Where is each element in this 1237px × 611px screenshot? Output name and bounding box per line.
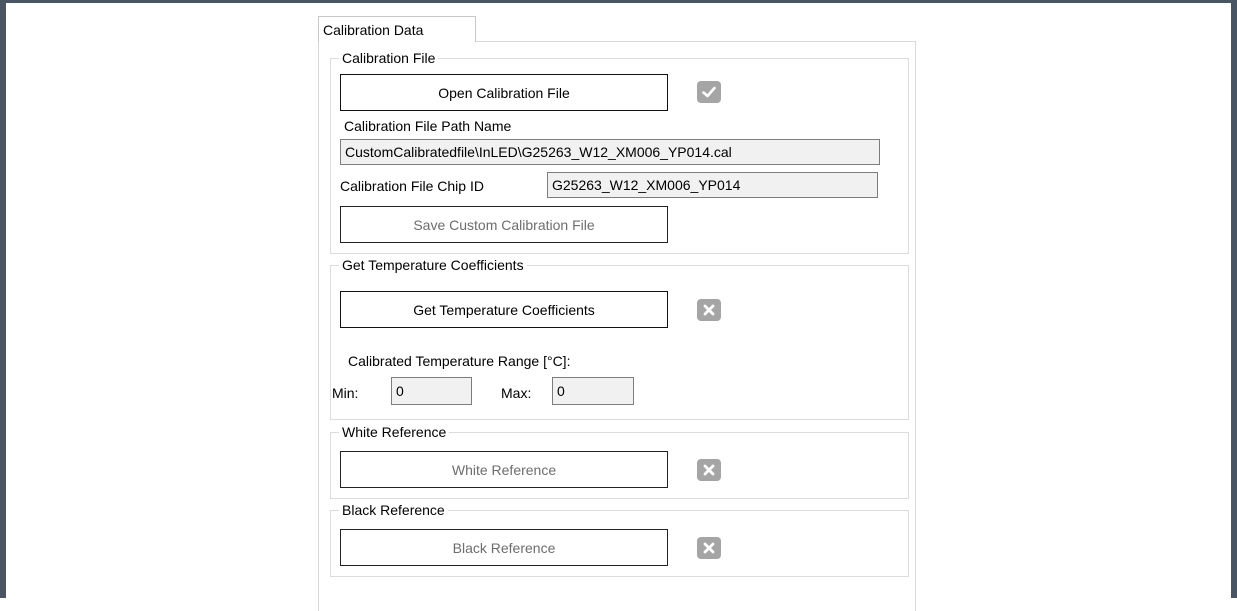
temperature-coefficients-group: Get Temperature Coefficients Get Tempera…	[330, 255, 909, 420]
black-reference-group-title: Black Reference	[339, 500, 448, 520]
window-frame-right	[1231, 0, 1237, 598]
window-frame-top	[0, 0, 1237, 3]
save-custom-calibration-file-button[interactable]: Save Custom Calibration File	[340, 206, 668, 243]
max-label: Max:	[501, 385, 532, 401]
max-temperature-field[interactable]	[552, 377, 634, 405]
close-icon	[697, 459, 721, 481]
get-temperature-coefficients-button[interactable]: Get Temperature Coefficients	[340, 291, 668, 328]
calibration-file-group-title: Calibration File	[339, 48, 439, 68]
window-frame-left	[0, 0, 6, 598]
min-label: Min:	[332, 385, 359, 401]
calibration-file-path-label: Calibration File Path Name	[344, 118, 512, 134]
calibration-file-chip-id-field[interactable]	[547, 172, 878, 198]
calibration-file-path-field[interactable]	[340, 139, 880, 165]
black-reference-button[interactable]: Black Reference	[340, 529, 668, 566]
white-reference-group-title: White Reference	[339, 422, 450, 442]
white-reference-group: White Reference White Reference	[330, 422, 909, 499]
close-icon	[697, 537, 721, 559]
open-calibration-file-button[interactable]: Open Calibration File	[340, 74, 668, 111]
calibration-file-chip-id-label: Calibration File Chip ID	[340, 178, 484, 194]
black-reference-group: Black Reference Black Reference	[330, 500, 909, 577]
calibrated-temperature-range-label: Calibrated Temperature Range [°C]:	[348, 353, 571, 369]
temperature-coefficients-group-title: Get Temperature Coefficients	[339, 255, 527, 275]
calibration-file-group: Calibration File Open Calibration File C…	[330, 48, 909, 254]
calibration-data-panel: Calibration File Open Calibration File C…	[318, 41, 916, 611]
check-icon	[697, 81, 721, 103]
tab-label: Calibration Data	[323, 22, 424, 38]
min-temperature-field[interactable]	[391, 377, 472, 405]
tab-calibration-data[interactable]: Calibration Data	[318, 16, 476, 42]
close-icon	[697, 299, 721, 321]
white-reference-button[interactable]: White Reference	[340, 451, 668, 488]
